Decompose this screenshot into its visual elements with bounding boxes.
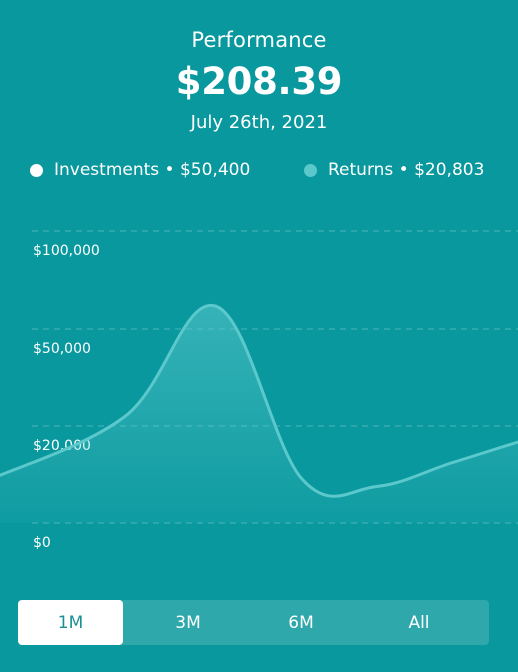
returns-area — [0, 305, 518, 523]
performance-chart-svg: $100,000$50,000$20,000$0 — [0, 230, 518, 551]
legend-investments-label: Investments • $50,400 — [54, 160, 251, 180]
y-tick-label: $0 — [33, 535, 51, 551]
y-tick-label: $50,000 — [33, 341, 91, 357]
legend-returns-label: Returns • $20,803 — [328, 160, 485, 180]
chart-legend: Investments • $50,400 Returns • $20,803 — [30, 160, 500, 184]
performance-value: $208.39 — [175, 60, 343, 103]
performance-date: July 26th, 2021 — [190, 112, 328, 133]
tab-1m[interactable]: 1M — [18, 600, 123, 645]
tab-all[interactable]: All — [349, 600, 489, 645]
tab-6m[interactable]: 6M — [253, 600, 349, 645]
performance-title: Performance — [191, 28, 327, 52]
performance-chart: $100,000 $50,000 $20,000 $0 — [0, 220, 518, 560]
legend-investments[interactable]: Investments • $50,400 — [30, 160, 250, 180]
y-tick-label: $100,000 — [33, 243, 100, 259]
range-tabs: 1M 3M 6M All — [18, 600, 489, 645]
legend-returns[interactable]: Returns • $20,803 — [304, 160, 484, 180]
investments-dot-icon — [30, 163, 43, 177]
returns-dot-icon — [304, 163, 317, 177]
tab-3m[interactable]: 3M — [123, 600, 253, 645]
